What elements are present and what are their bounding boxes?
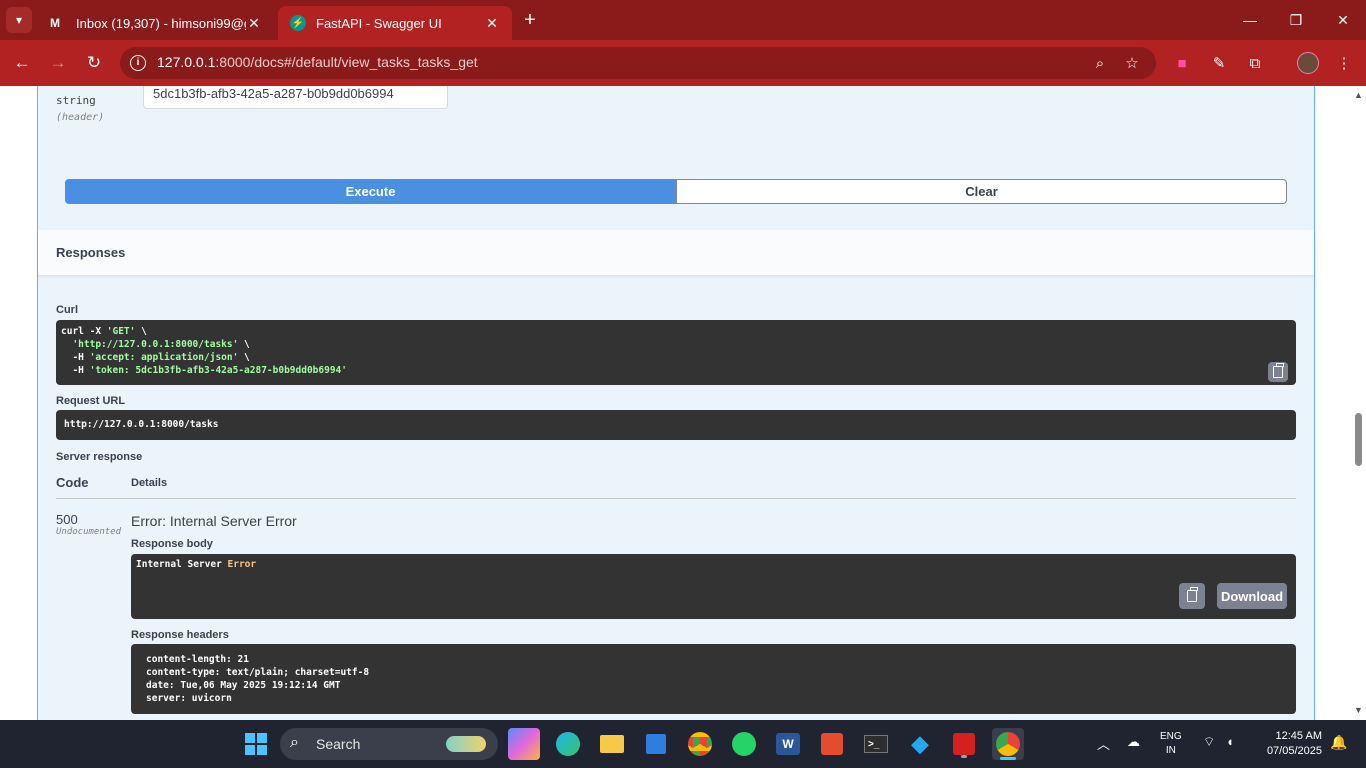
terminal-icon[interactable]: >_ [860,728,892,760]
clipboard-icon [1273,363,1284,378]
forward-icon[interactable]: → [46,51,70,75]
extensions-puzzle-icon[interactable]: ⧉ [1244,52,1266,74]
zoom-icon[interactable]: ⌕ [1090,53,1110,73]
chrome-active-icon[interactable] [992,728,1024,760]
restore-icon[interactable]: ❐ [1284,8,1308,32]
site-info-icon[interactable]: i [130,55,146,71]
tab-title: FastAPI - Swagger UI [316,15,442,31]
request-url-label: Request URL [56,395,126,407]
tab-swagger[interactable]: ⚡ FastAPI - Swagger UI ✕ [278,6,512,40]
tab-close-icon[interactable]: ✕ [246,15,262,32]
param-location: (header) [56,112,105,123]
language-indicator[interactable]: ENG IN [1160,730,1182,758]
vscode-icon[interactable]: ◆ [904,728,936,760]
header-line: content-length: 21 [146,654,249,665]
response-body-label: Response body [131,538,213,550]
copy-body-button[interactable] [1179,583,1205,609]
address-bar[interactable]: i 127.0.0.1:8000/docs#/default/view_task… [120,47,1156,79]
taskbar-search[interactable]: ⌕ Search [280,728,498,760]
server-response-label: Server response [56,451,143,463]
tab-strip: ▾ M Inbox (19,307) - himsoni99@gm ✕ ⚡ Fa… [0,0,1366,40]
eyedropper-icon[interactable]: ✎ [1208,52,1230,74]
profile-avatar[interactable] [1297,52,1319,74]
execute-button[interactable]: Execute [65,179,676,204]
fastapi-icon: ⚡ [290,15,306,31]
file-explorer-icon[interactable] [596,728,628,760]
git-icon[interactable] [816,728,848,760]
tab-close-icon[interactable]: ✕ [484,15,500,32]
clear-button[interactable]: Clear [676,179,1287,204]
header-line: content-type: text/plain; charset=utf-8 [146,667,370,678]
edge-icon[interactable] [552,728,584,760]
curl-line: curl -X 'GET' \ [61,326,147,337]
error-title: Error: Internal Server Error [131,513,297,529]
request-url-block[interactable]: http://127.0.0.1:8000/tasks [56,410,1296,440]
gmail-icon: M [50,16,60,30]
search-icon: ⌕ [290,734,299,751]
back-icon[interactable]: ← [10,51,34,75]
response-headers-label: Response headers [131,629,229,641]
param-type: string [56,94,96,107]
copy-curl-button[interactable] [1268,362,1288,382]
page-scrollbar[interactable]: ▲ ▼ [1350,86,1366,720]
app-running-indicator [961,755,967,758]
notification-bell-icon[interactable]: 🔔 [1330,734,1347,751]
whatsapp-icon[interactable] [728,728,760,760]
system-clock[interactable]: 12:45 AM 07/05/2025 [1258,729,1322,759]
bookmark-star-icon[interactable]: ☆ [1122,53,1142,73]
curl-line: -H 'accept: application/json' \ [61,352,250,363]
response-body-block[interactable]: Internal Server Error Download [131,554,1296,619]
word-icon[interactable]: W [772,728,804,760]
chrome-icon[interactable] [684,728,716,760]
curl-label: Curl [56,304,78,316]
copilot-icon[interactable] [508,728,540,760]
tab-title: Inbox (19,307) - himsoni99@gm [76,15,246,31]
status-code: 500 [56,512,78,527]
operation-block: string (header) 5dc1b3fb-afb3-42a5-a287-… [37,86,1315,720]
close-window-icon[interactable]: ✕ [1331,8,1355,32]
header-line: date: Tue,06 May 2025 19:12:14 GMT [146,680,341,691]
start-button[interactable] [240,728,272,760]
volume-icon[interactable]: ◖ [1226,734,1234,749]
menu-kebab-icon[interactable]: ⋮ [1333,52,1355,74]
swagger-page: string (header) 5dc1b3fb-afb3-42a5-a287-… [0,86,1366,720]
responses-header: Responses [38,230,1314,276]
column-code: Code [56,475,89,490]
token-header-input[interactable]: 5dc1b3fb-afb3-42a5-a287-b0b9dd0b6994 [143,86,448,109]
address-url[interactable]: 127.0.0.1:8000/docs#/default/view_tasks_… [157,54,478,70]
onedrive-icon[interactable]: ☁ [1127,734,1140,750]
scroll-thumb[interactable] [1355,413,1362,466]
new-tab-button[interactable]: + [518,8,542,32]
execute-button-row: Execute Clear [65,179,1287,204]
download-button[interactable]: Download [1217,583,1287,609]
minimize-icon[interactable]: — [1238,8,1262,32]
scroll-up-icon[interactable]: ▲ [1354,90,1363,100]
clipboard-icon [1187,587,1198,602]
column-details: Details [131,477,168,489]
tab-gmail[interactable]: M Inbox (19,307) - himsoni99@gm ✕ [38,6,274,40]
browser-toolbar: ← → ↻ i 127.0.0.1:8000/docs#/default/vie… [0,40,1366,86]
acrobat-icon[interactable] [948,728,980,760]
curl-code-block[interactable]: curl -X 'GET' \ 'http://127.0.0.1:8000/t… [56,320,1296,385]
response-headers-block[interactable]: content-length: 21 content-type: text/pla… [131,644,1296,714]
status-undocumented: Undocumented [56,527,122,537]
search-placeholder: Search [316,736,361,752]
wifi-icon[interactable]: ⌔ [1203,734,1215,750]
responses-title: Responses [56,245,126,260]
response-table-header: Code Details [56,475,1296,499]
store-icon[interactable] [640,728,672,760]
app-active-indicator [1000,757,1016,760]
reload-icon[interactable]: ↻ [82,51,106,75]
tray-overflow-icon[interactable]: ︿ [1097,734,1110,753]
windows-logo-icon [245,733,267,755]
search-highlight-icon [446,736,486,752]
header-line: server: uvicorn [146,693,232,704]
tab-search-button[interactable]: ▾ [6,7,32,33]
extension-record-icon[interactable]: ■ [1171,52,1193,74]
scroll-down-icon[interactable]: ▼ [1354,705,1363,715]
curl-line: -H 'token: 5dc1b3fb-afb3-42a5-a287-b0b9d… [61,365,347,376]
windows-taskbar: ⌕ Search W >_ ◆ ︿ ☁ ENG IN ⌔ ◖ 12:45 AM 07… [0,720,1366,768]
curl-line: 'http://127.0.0.1:8000/tasks' \ [72,339,250,350]
